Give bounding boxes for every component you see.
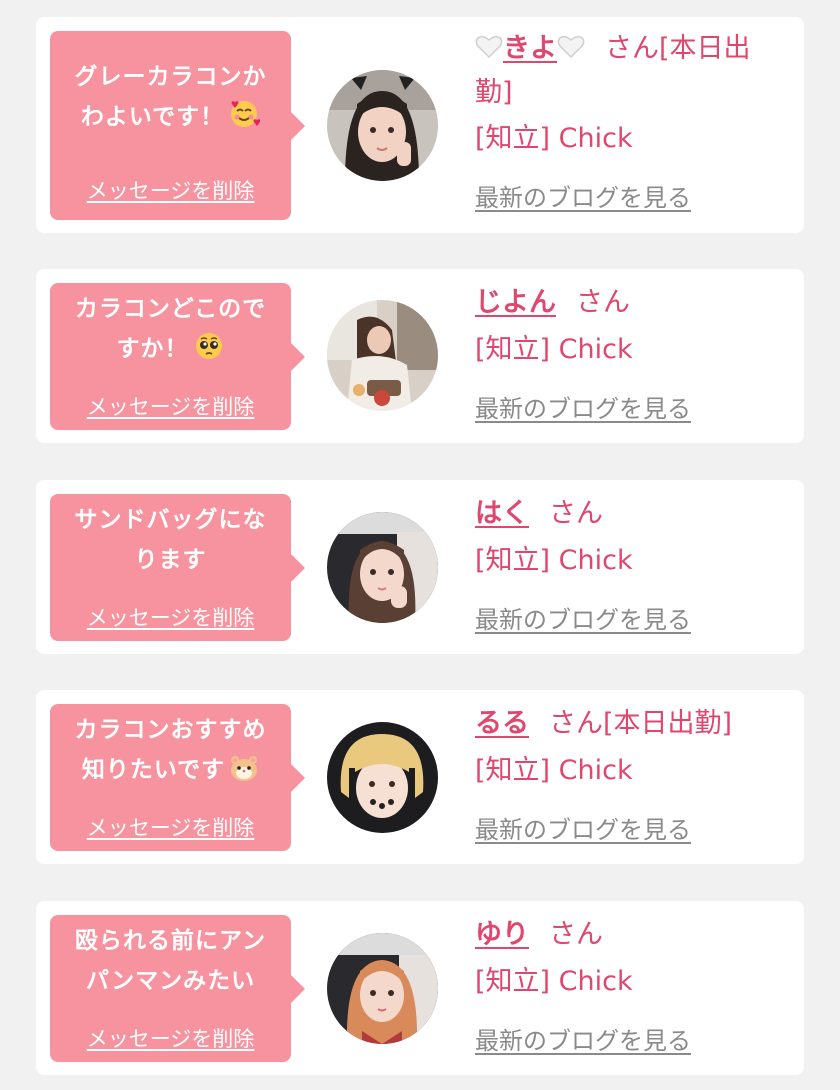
message-card: 殴られる前にアン パンマンみたい メッセージを削除 ゆり さん [知立] Chi… [36,901,804,1075]
smiling-face-with-hearts-icon [228,98,261,143]
name-line: きよ さん[本日出 勤] [475,27,794,115]
name-line: るる さん[本日出勤] [475,702,794,746]
girl-name-link[interactable]: はく [475,498,529,529]
name-line: じよん さん [475,281,794,325]
delete-message-link[interactable]: メッセージを削除 [50,391,291,421]
message-line-with-emoji: 知りたいです [60,750,281,796]
girl-name-link[interactable]: るる [475,708,529,739]
message-bubble: グレーカラコンか わよいです！ メッセージを削除 [50,31,305,220]
message-text: グレーカラコンか わよいです！ [60,57,281,143]
latest-blog-link[interactable]: 最新のブログを見る [475,1025,691,1057]
message-card: カラコンおすすめ 知りたいです メッセージを削除 るる さん[本日出勤] [知立… [36,690,804,864]
message-list: グレーカラコンか わよいです！ メッセージを削除 きよ さん[本日出 勤] [知… [0,0,840,1090]
message-text: サンドバッグにな ります [60,500,281,580]
delete-message-link[interactable]: メッセージを削除 [50,812,291,842]
message-line: 殴られる前にアン [74,928,267,954]
latest-blog-link[interactable]: 最新のブログを見る [475,182,691,214]
delete-message-link[interactable]: メッセージを削除 [50,175,291,205]
name-line: ゆり さん [475,913,794,957]
message-line: グレーカラコンか [74,64,267,90]
attendance-status: [本日出勤] [603,708,733,739]
honorific: さん [549,919,603,950]
honorific: さん [549,498,603,529]
shop-name: [知立] Chick [475,545,633,576]
delete-message-link[interactable]: メッセージを削除 [50,1023,291,1053]
latest-blog-link[interactable]: 最新のブログを見る [475,814,691,846]
message-line: 知りたいです [81,757,226,783]
avatar[interactable] [327,722,438,833]
white-heart-icon [475,35,503,59]
attendance-status-cont: 勤] [475,77,513,108]
message-bubble: カラコンどこので すか！ メッセージを削除 [50,283,305,430]
girl-name-link[interactable]: きよ [475,33,585,64]
message-line: カラコンおすすめ [74,717,267,743]
message-text: カラコンどこので すか！ [60,289,281,375]
hamster-icon [229,753,259,796]
avatar[interactable] [327,512,438,623]
message-card: グレーカラコンか わよいです！ メッセージを削除 きよ さん[本日出 勤] [知… [36,17,804,233]
message-bubble: カラコンおすすめ 知りたいです メッセージを削除 [50,704,305,851]
message-text: カラコンおすすめ 知りたいです [60,710,281,796]
honorific: さん [605,33,659,64]
message-line-with-emoji: わよいです！ [60,97,281,143]
avatar[interactable] [327,933,438,1044]
message-line: わよいです！ [80,104,225,130]
girl-name-link[interactable]: じよん [475,287,556,318]
message-line: パンマンみたい [85,968,256,994]
latest-blog-link[interactable]: 最新のブログを見る [475,604,691,636]
message-bubble: サンドバッグにな ります メッセージを削除 [50,494,305,641]
shop-name: [知立] Chick [475,755,633,786]
shop-name: [知立] Chick [475,334,633,365]
message-line: すか！ [116,336,189,362]
message-line-with-emoji: すか！ [60,329,281,375]
pleading-face-icon [193,330,225,375]
latest-blog-link[interactable]: 最新のブログを見る [475,393,691,425]
message-bubble: 殴られる前にアン パンマンみたい メッセージを削除 [50,915,305,1062]
honorific: さん [576,287,630,318]
name-line: はく さん [475,492,794,536]
message-line: カラコンどこので [74,296,267,322]
message-text: 殴られる前にアン パンマンみたい [60,921,281,1001]
attendance-status: [本日出 [659,33,751,64]
shop-name: [知立] Chick [475,966,633,997]
message-line: ります [134,547,207,573]
message-line: サンドバッグにな [74,507,267,533]
girl-name: きよ [503,33,557,64]
avatar[interactable] [327,300,438,411]
avatar[interactable] [327,70,438,181]
delete-message-link[interactable]: メッセージを削除 [50,602,291,632]
shop-name: [知立] Chick [475,123,633,154]
honorific: さん [549,708,603,739]
message-card: サンドバッグにな ります メッセージを削除 はく さん [知立] Chick 最… [36,480,804,654]
message-card: カラコンどこので すか！ メッセージを削除 じよん さん [知立] Chick … [36,269,804,443]
white-heart-icon [557,35,585,59]
girl-name-link[interactable]: ゆり [475,919,529,950]
